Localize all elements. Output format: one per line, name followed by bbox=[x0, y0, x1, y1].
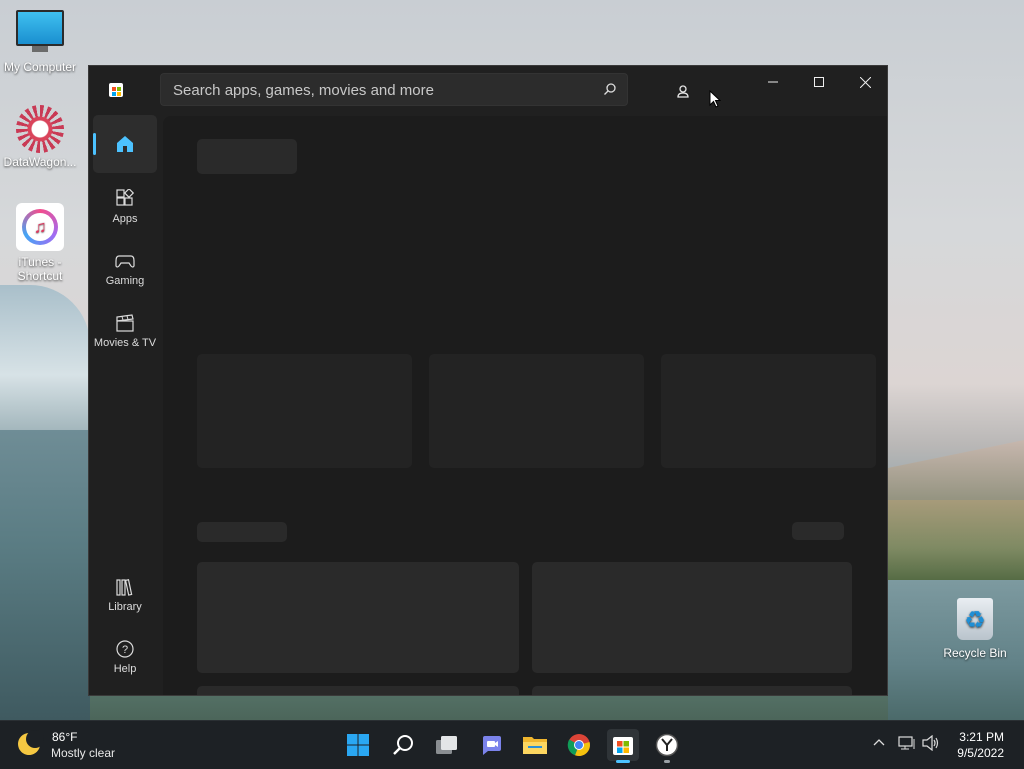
placeholder-tile bbox=[532, 686, 852, 695]
desktop-icon-label: iTunes - Shortcut bbox=[17, 255, 63, 283]
search-input[interactable] bbox=[171, 74, 595, 107]
svg-text:?: ? bbox=[122, 644, 128, 656]
chrome-button[interactable] bbox=[563, 729, 595, 761]
monitor-icon bbox=[16, 10, 64, 52]
nav-label: Movies & TV bbox=[93, 337, 157, 349]
running-indicator bbox=[664, 760, 670, 763]
close-button[interactable] bbox=[842, 66, 888, 98]
volume-button[interactable] bbox=[922, 734, 940, 754]
placeholder-title bbox=[197, 139, 297, 174]
task-view-button[interactable] bbox=[431, 729, 463, 761]
teams-chat-button[interactable] bbox=[475, 729, 507, 761]
clock-app-button[interactable] bbox=[651, 729, 683, 763]
weather-temp: 86°F bbox=[52, 730, 78, 744]
wallpaper-hill bbox=[0, 285, 90, 435]
microsoft-store-button[interactable] bbox=[607, 729, 639, 763]
show-hidden-icons-button[interactable] bbox=[872, 735, 886, 752]
desktop-icon-recycle-bin[interactable]: Recycle Bin bbox=[935, 598, 1015, 660]
placeholder-card bbox=[197, 354, 412, 468]
placeholder-see-all bbox=[792, 522, 844, 540]
weather-condition: Mostly clear bbox=[51, 746, 116, 760]
desktop-icon-label: My Computer bbox=[3, 60, 77, 74]
minimize-icon bbox=[768, 81, 778, 83]
moon-icon bbox=[18, 730, 44, 755]
chevron-up-icon bbox=[873, 739, 885, 746]
wallpaper-lake bbox=[0, 430, 90, 720]
network-icon bbox=[898, 736, 915, 750]
nav-label: Help bbox=[113, 663, 137, 675]
mouse-cursor-icon bbox=[709, 90, 721, 108]
search-icon bbox=[393, 735, 413, 755]
gamepad-icon bbox=[115, 255, 135, 268]
wallpaper-grass bbox=[888, 500, 1024, 580]
placeholder-section-title bbox=[197, 522, 287, 542]
placeholder-card bbox=[661, 354, 876, 468]
windows-icon bbox=[347, 734, 369, 756]
recycle-bin-icon bbox=[957, 598, 993, 640]
apps-icon bbox=[116, 189, 135, 206]
placeholder-card bbox=[429, 354, 644, 468]
file-explorer-button[interactable] bbox=[519, 729, 551, 761]
desktop-icon-my-computer[interactable]: My Computer bbox=[0, 10, 80, 74]
desktop-icon-datawagon[interactable]: DataWagon... bbox=[0, 105, 80, 169]
itunes-icon bbox=[16, 203, 64, 251]
store-window[interactable]: Apps Gaming Movies & TV Library bbox=[88, 65, 888, 696]
nav-item-gaming[interactable]: Gaming bbox=[93, 239, 157, 297]
nav-item-movies-tv[interactable]: Movies & TV bbox=[93, 301, 157, 359]
datawagon-icon bbox=[16, 105, 64, 153]
clock-icon bbox=[655, 733, 679, 757]
library-icon bbox=[116, 579, 133, 596]
store-icon bbox=[613, 737, 633, 755]
desktop-icon-itunes[interactable]: iTunes - Shortcut bbox=[0, 203, 80, 283]
content-area-loading bbox=[163, 116, 887, 695]
person-icon bbox=[677, 85, 689, 98]
chrome-icon bbox=[567, 734, 590, 757]
maximize-button[interactable] bbox=[796, 66, 842, 98]
maximize-icon bbox=[814, 77, 824, 87]
speaker-icon bbox=[922, 734, 939, 752]
start-button[interactable] bbox=[342, 729, 374, 761]
taskbar-search-button[interactable] bbox=[387, 729, 419, 761]
placeholder-tile bbox=[197, 686, 519, 695]
close-icon bbox=[859, 76, 871, 88]
nav-label: Gaming bbox=[105, 275, 145, 287]
search-icon[interactable] bbox=[603, 82, 617, 96]
nav-item-home[interactable] bbox=[93, 115, 157, 173]
taskbar-clock[interactable]: 3:21 PM 9/5/2022 bbox=[957, 729, 1004, 761]
nav-sidebar: Apps Gaming Movies & TV Library ? Help bbox=[89, 114, 161, 695]
clapperboard-icon bbox=[116, 314, 134, 332]
clock-date: 9/5/2022 bbox=[957, 746, 1004, 760]
nav-item-apps[interactable]: Apps bbox=[93, 177, 157, 235]
placeholder-tile bbox=[532, 562, 852, 673]
help-icon: ? bbox=[116, 640, 134, 658]
desktop-icon-label: DataWagon... bbox=[3, 155, 77, 169]
nav-item-help[interactable]: ? Help bbox=[93, 627, 157, 685]
task-view-icon bbox=[436, 736, 457, 754]
nav-item-library[interactable]: Library bbox=[93, 565, 157, 623]
desktop-icon-label: Recycle Bin bbox=[943, 646, 1007, 660]
minimize-button[interactable] bbox=[750, 66, 796, 98]
chat-icon bbox=[483, 736, 501, 755]
account-button[interactable] bbox=[666, 78, 700, 104]
nav-label: Library bbox=[108, 601, 142, 613]
taskbar: 86°F Mostly clear 3:21 PM 9/5/2022 bbox=[0, 720, 1024, 769]
home-icon bbox=[117, 136, 133, 152]
title-bar[interactable] bbox=[89, 66, 887, 114]
store-logo-icon bbox=[109, 83, 123, 97]
network-button[interactable] bbox=[898, 735, 916, 754]
nav-label: Apps bbox=[112, 213, 138, 225]
folder-icon bbox=[523, 737, 547, 754]
clock-time: 3:21 PM bbox=[959, 730, 1004, 744]
placeholder-tile bbox=[197, 562, 519, 673]
search-box[interactable] bbox=[160, 73, 628, 107]
